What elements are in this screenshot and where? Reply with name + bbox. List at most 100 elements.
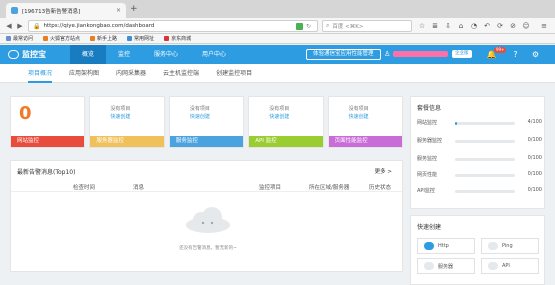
firefox-icon	[90, 36, 96, 41]
card-count: 0	[19, 103, 32, 124]
browser-tab[interactable]: [196713告新告警消息] ×	[6, 3, 126, 18]
plan-label: 网站监控	[417, 120, 438, 126]
app-header: 监控宝 概览 监控 服务中心 用户中心 体验通信宝应用性能管理 ♙ 企业版 🔔 …	[0, 45, 555, 64]
tab-app-architecture[interactable]: 应用架构图	[69, 64, 99, 83]
bookmark-item[interactable]: 最常访问	[6, 35, 33, 42]
search-placeholder: 百度 <⌘K>	[332, 24, 364, 30]
panel-title: 快速创建	[417, 224, 442, 231]
tab-project-overview[interactable]: 项目概况	[28, 64, 53, 83]
lock-icon: 🔒	[33, 22, 41, 30]
tab-cloud-host-monitor[interactable]: 云主机监控端	[163, 64, 199, 83]
nav-user-center[interactable]: 用户中心	[190, 45, 238, 64]
column-header: 监控项目	[259, 185, 282, 191]
search-bar[interactable]: ⌕ 百度 <⌘K>	[322, 20, 412, 32]
extension-icon[interactable]	[296, 22, 303, 30]
card-empty-text: 没有项目	[348, 106, 369, 112]
alerts-title: 最新告警消息(Top10)	[17, 169, 76, 176]
trial-button[interactable]: 体验通信宝应用性能管理	[306, 49, 381, 60]
card-footer[interactable]: API 监控	[249, 136, 323, 147]
pocket-icon[interactable]: ◔	[470, 22, 478, 30]
search-icon: ⌕	[326, 22, 330, 29]
close-icon[interactable]: ×	[116, 7, 121, 14]
card-footer[interactable]: 页面性能监控	[328, 136, 403, 147]
usage-fill	[455, 122, 458, 125]
download-icon[interactable]: ⇩	[444, 22, 452, 30]
plan-count: 0/100	[527, 155, 542, 161]
smile-icon[interactable]: ☺	[522, 22, 530, 30]
browser-tabbar: [196713告新告警消息] × +	[0, 0, 555, 18]
quick-create-link[interactable]: 快速创建	[269, 113, 289, 120]
column-header: 所在区域/服务器	[309, 185, 350, 191]
back-icon[interactable]: ◀	[4, 21, 14, 31]
plan-info-panel: 套餐信息 网站监控 4/100 服务器监控 0/100 服务监控 0/100 网…	[410, 96, 545, 209]
nav-service-center[interactable]: 服务中心	[142, 45, 190, 64]
plan-count: 0/100	[527, 187, 542, 193]
reload-icon[interactable]: ↻	[306, 23, 313, 30]
usage-bar	[455, 174, 515, 177]
quick-label: API	[502, 263, 510, 269]
quick-create-api[interactable]: API	[481, 258, 539, 274]
plan-count: 0/100	[527, 171, 542, 177]
http-icon	[424, 242, 434, 250]
nav-monitor[interactable]: 监控	[106, 45, 142, 64]
quick-create-link[interactable]: 快速创建	[349, 113, 369, 120]
user-name-redacted[interactable]	[393, 51, 448, 57]
menu-icon[interactable]: ≡	[540, 22, 548, 30]
column-header: 检查时间	[73, 185, 96, 191]
card-server-monitor[interactable]: 没有项目 快速创建 服务器监控	[89, 96, 165, 148]
logo[interactable]: 监控宝	[8, 49, 46, 60]
quick-create-server[interactable]: 服务器	[417, 258, 475, 274]
quick-create-link[interactable]: 快速创建	[110, 113, 130, 120]
card-website-monitor[interactable]: 0 网站监控	[10, 96, 86, 148]
home-icon[interactable]: ⌂	[457, 22, 465, 30]
quick-label: 服务器	[438, 263, 454, 270]
main-nav: 概览 监控 服务中心 用户中心	[70, 45, 238, 64]
quick-create-link[interactable]: 快速创建	[190, 113, 210, 120]
plan-row: 服务监控 0/100	[417, 155, 542, 165]
notification-badge: 99+	[494, 47, 507, 53]
tab-intranet-collector[interactable]: 内网采集器	[116, 64, 146, 83]
bookmark-item[interactable]: 新手上路	[90, 35, 117, 42]
sub-nav: 项目概况 应用架构图 内网采集器 云主机监控端 创建监控项目	[0, 64, 555, 83]
summary-cards: 0 网站监控 没有项目 快速创建 服务器监控 没有项目 快速创建 服务监控 没有…	[10, 96, 404, 148]
bookmark-item[interactable]: 京东商城	[164, 35, 191, 42]
card-footer[interactable]: 服务器监控	[90, 136, 164, 147]
card-api-monitor[interactable]: 没有项目 快速创建 API 监控	[248, 96, 324, 148]
card-footer[interactable]: 网站监控	[11, 136, 85, 147]
column-header: 历史状态	[369, 185, 392, 191]
new-tab-icon[interactable]: +	[130, 4, 138, 14]
url-bar[interactable]: 🔒 https://qiye.jiankongbao.com/dashboard…	[28, 20, 318, 32]
plan-row: API监控 0/100	[417, 187, 542, 197]
star-icon[interactable]: ☆	[418, 22, 426, 30]
table-header: 检查时间 消息 监控项目 所在区域/服务器 历史状态	[11, 181, 402, 192]
bookmark-item[interactable]: 常用网址	[127, 35, 154, 42]
usage-bar	[455, 140, 515, 143]
quick-create-panel: 快速创建 Http Ping 服务器 API	[410, 215, 545, 285]
card-empty-text: 没有项目	[110, 106, 131, 112]
forward-icon[interactable]: ▶	[15, 21, 25, 31]
tab-create-monitor[interactable]: 创建监控项目	[216, 64, 252, 83]
browser-navbar: ◀ ▶ 🔒 https://qiye.jiankongbao.com/dashb…	[0, 18, 555, 34]
panel-title: 套餐信息	[417, 105, 442, 112]
plan-label: 服务监控	[417, 156, 438, 162]
plan-label: API监控	[417, 188, 435, 194]
cloud-logo-icon	[8, 50, 19, 59]
more-link[interactable]: 更多 >	[375, 167, 392, 175]
plan-count: 0/100	[527, 137, 542, 143]
sync-icon[interactable]: ⟳	[496, 22, 504, 30]
empty-state-text: 还没有告警消息，暂无新的~	[179, 246, 237, 251]
card-footer[interactable]: 服务监控	[169, 136, 244, 147]
adblock-icon[interactable]: ⊘	[509, 22, 517, 30]
bookmark-item[interactable]: 火狐官方站点	[43, 35, 80, 42]
nav-overview[interactable]: 概览	[70, 45, 107, 64]
undo-icon[interactable]: ↶	[483, 22, 491, 30]
quick-create-http[interactable]: Http	[417, 238, 475, 254]
reading-icon[interactable]: ≣	[431, 22, 439, 30]
card-service-monitor[interactable]: 没有项目 快速创建 服务监控	[168, 96, 245, 148]
help-icon[interactable]: ?	[510, 49, 521, 60]
quick-create-ping[interactable]: Ping	[481, 238, 539, 254]
quick-label: Ping	[502, 243, 513, 249]
settings-icon[interactable]: ⚙	[530, 49, 541, 60]
api-icon	[488, 262, 498, 270]
card-page-performance[interactable]: 没有项目 快速创建 页面性能监控	[327, 96, 404, 148]
